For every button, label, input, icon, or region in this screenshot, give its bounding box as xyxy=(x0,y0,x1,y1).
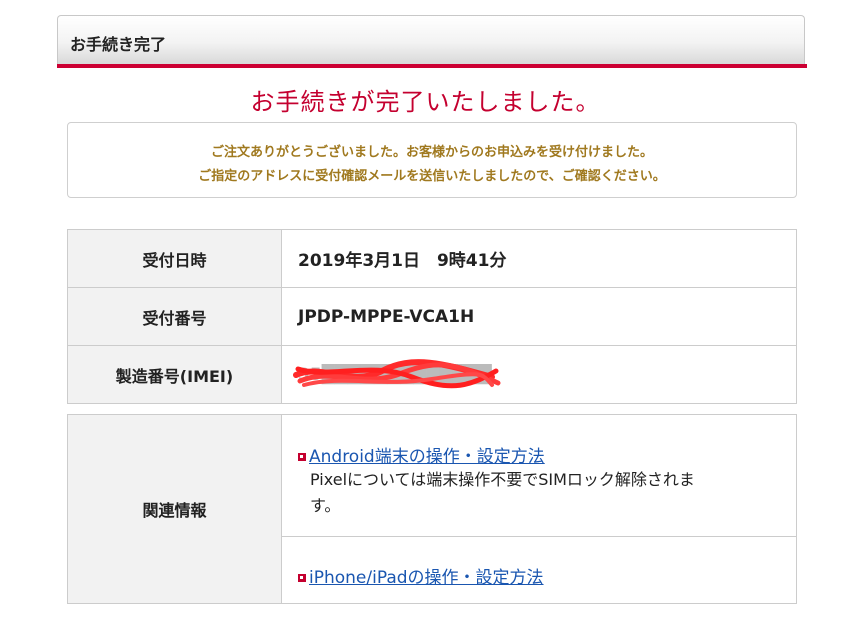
receipt-number-value: JPDP-MPPE-VCA1H xyxy=(281,287,797,346)
imei-label: 製造番号(IMEI) xyxy=(67,345,282,404)
android-note: Pixelについては端末操作不要でSIMロック解除されま す。 xyxy=(298,467,780,519)
received-datetime-value: 2019年3月1日 9時41分 xyxy=(281,229,797,288)
related-android-cell: Android端末の操作・設定方法 Pixelについては端末操作不要でSIMロッ… xyxy=(281,414,797,537)
section-title: お手続き完了 xyxy=(70,35,167,54)
complete-heading: お手続きが完了いたしました。 xyxy=(250,88,601,116)
android-note-line-2: す。 xyxy=(310,496,341,515)
imei-redacted: 35█████████████ xyxy=(293,358,501,388)
iphone-settings-link[interactable]: iPhone/iPadの操作・設定方法 xyxy=(309,568,544,588)
receipt-number-label: 受付番号 xyxy=(67,287,282,346)
imei-cell: 35█████████████ xyxy=(281,345,797,404)
header-rule xyxy=(57,64,807,68)
android-settings-link[interactable]: Android端末の操作・設定方法 xyxy=(309,447,545,467)
link-bullet-icon xyxy=(298,453,306,461)
received-datetime-label: 受付日時 xyxy=(67,229,282,288)
notice-box: ご注文ありがとうございました。お客様からのお申込みを受け付けました。 ご指定のア… xyxy=(67,122,797,198)
table-row: 製造番号(IMEI) 35█████████████ xyxy=(67,345,797,404)
related-info-label: 関連情報 xyxy=(67,414,282,604)
section-header: お手続き完了 xyxy=(57,15,805,64)
table-row: 受付番号 JPDP-MPPE-VCA1H xyxy=(67,287,797,346)
table-row: 受付日時 2019年3月1日 9時41分 xyxy=(67,229,797,288)
related-iphone-cell: iPhone/iPadの操作・設定方法 xyxy=(281,536,797,604)
table-row: 関連情報 Android端末の操作・設定方法 Pixelについては端末操作不要で… xyxy=(67,414,797,604)
notice-line-1: ご注文ありがとうございました。お客様からのお申込みを受け付けました。 xyxy=(210,145,653,160)
redaction-scribble xyxy=(293,358,501,388)
link-bullet-icon xyxy=(298,574,306,582)
order-info-table: 受付日時 2019年3月1日 9時41分 受付番号 JPDP-MPPE-VCA1… xyxy=(67,229,797,404)
android-note-line-1: Pixelについては端末操作不要でSIMロック解除されま xyxy=(310,470,695,489)
notice-line-2: ご指定のアドレスに受付確認メールを送信いたしましたので、ご確認ください。 xyxy=(198,169,666,184)
related-info-table: 関連情報 Android端末の操作・設定方法 Pixelについては端末操作不要で… xyxy=(67,414,797,604)
